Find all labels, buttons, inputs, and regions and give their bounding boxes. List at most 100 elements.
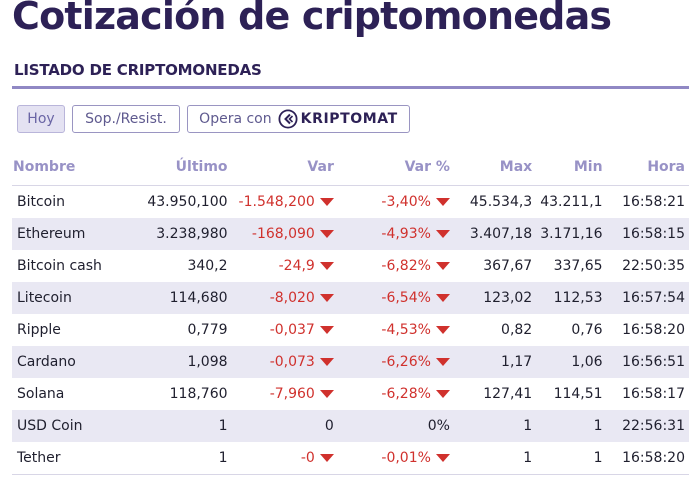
arrow-down-icon <box>319 198 334 206</box>
cell-max-text: 1 <box>523 418 533 434</box>
page-title: Cotización de criptomonedas <box>12 0 612 38</box>
cell-var: -24,9 <box>232 250 338 282</box>
cell-name[interactable]: Ethereum <box>12 218 126 250</box>
table-row[interactable]: Bitcoin cash 340,2 -24,9 -6,82% 367,67 337,65… <box>12 250 689 282</box>
tab-opera-con-kriptomat[interactable]: Opera con KRIPTOMAT <box>187 105 410 133</box>
table-row[interactable]: Tether 1 -0 -0,01% 1 1 16:58:20 <box>12 442 689 475</box>
cell-max-text: 3.407,18 <box>469 226 533 242</box>
cell-max-text: 45.534,3 <box>469 194 533 210</box>
cell-var-pct: -0,01% <box>337 442 454 475</box>
section-divider <box>12 86 689 89</box>
cell-var-pct: -6,28% <box>338 378 454 410</box>
cell-name-text: Bitcoin <box>17 194 66 210</box>
cell-name[interactable]: Ripple <box>12 314 126 346</box>
cell-max: 0,82 <box>454 314 536 346</box>
header-var[interactable]: Var <box>231 148 338 186</box>
header-ultimo[interactable]: Último <box>125 148 232 186</box>
cell-time: 16:57:54 <box>606 282 689 314</box>
cell-time-text: 16:58:17 <box>622 386 685 402</box>
cell-min: 1 <box>536 442 607 475</box>
cell-var-pct-text: -0,01% <box>381 450 431 466</box>
cell-name[interactable]: USD Coin <box>12 410 126 442</box>
cell-min: 112,53 <box>536 282 607 314</box>
cell-name[interactable]: Solana <box>12 378 126 410</box>
cell-time-text: 16:58:21 <box>622 194 685 210</box>
tab-soportes-resistencias[interactable]: Sop./Resist. <box>72 105 180 133</box>
cell-last: 0,779 <box>126 314 232 346</box>
cell-last: 114,680 <box>125 282 232 314</box>
crypto-quotes-table: Nombre Último Var Var % Max Min Hora Bit… <box>12 148 689 475</box>
cell-time: 22:50:35 <box>607 250 689 282</box>
table-row[interactable]: USD Coin 1 0 0% 1 1 22:56:31 <box>12 410 689 442</box>
cell-var-text: -0,037 <box>269 322 315 338</box>
tab-hoy[interactable]: Hoy <box>17 105 65 133</box>
header-hora[interactable]: Hora <box>606 148 689 186</box>
cell-last: 3.238,980 <box>125 218 232 250</box>
cell-name[interactable]: Cardano <box>12 346 126 378</box>
table-row[interactable]: Cardano 1,098 -0,073 -6,26% 1,17 1,06 16:56:51 <box>12 346 689 378</box>
arrow-down-icon <box>435 326 450 334</box>
cell-name-text: Litecoin <box>17 290 72 306</box>
cell-min: 114,51 <box>536 378 606 410</box>
cell-var-text: -168,090 <box>251 226 315 242</box>
header-min[interactable]: Min <box>536 148 607 186</box>
arrow-down-icon <box>435 198 450 206</box>
cell-name-text: Bitcoin cash <box>17 258 102 274</box>
cell-time: 16:58:21 <box>607 186 689 219</box>
cell-time-text: 16:56:51 <box>622 354 685 370</box>
header-var-pct[interactable]: Var % <box>337 148 454 186</box>
cell-min: 0,76 <box>536 314 606 346</box>
cell-time-text: 16:58:15 <box>622 226 685 242</box>
cell-time-text: 22:56:31 <box>622 418 685 434</box>
cell-name-text: Tether <box>17 450 61 466</box>
kriptomat-wordmark: KRIPTOMAT <box>300 111 398 127</box>
arrow-down-icon <box>435 390 450 398</box>
cell-var-pct: -4,53% <box>338 314 454 346</box>
cell-time: 16:58:17 <box>607 378 689 410</box>
cell-var: -0,073 <box>231 346 338 378</box>
cell-var: -0 <box>231 442 338 475</box>
cell-var-pct: -3,40% <box>338 186 454 219</box>
cell-name[interactable]: Tether <box>12 442 126 475</box>
cell-min-text: 0,76 <box>571 322 603 338</box>
cell-min-text: 112,53 <box>553 290 603 306</box>
cell-max-text: 123,02 <box>483 290 533 306</box>
cell-last-text: 1 <box>218 418 228 434</box>
tab-opera-con-label: Opera con <box>199 111 272 127</box>
cell-max-text: 367,67 <box>483 258 533 274</box>
table-row[interactable]: Ripple 0,779 -0,037 -4,53% 0,82 0,76 16:58:20 <box>12 314 689 346</box>
arrow-down-icon <box>435 294 450 302</box>
table-row[interactable]: Bitcoin 43.950,100 -1.548,200 -3,40% 45.534,… <box>12 186 689 219</box>
header-max[interactable]: Max <box>453 148 537 186</box>
cell-last: 118,760 <box>126 378 232 410</box>
cell-min: 43.211,1 <box>536 186 606 219</box>
table-row[interactable]: Solana 118,760 -7,960 -6,28% 127,41 114,51 16:… <box>12 378 689 410</box>
cell-var-text: -1.548,200 <box>238 194 315 210</box>
table-row[interactable]: Ethereum 3.238,980 -168,090 -4,93% 3.407,18 3… <box>12 218 689 250</box>
cell-last: 43.950,100 <box>126 186 232 219</box>
cell-name[interactable]: Bitcoin cash <box>12 250 126 282</box>
cell-name[interactable]: Bitcoin <box>12 186 126 219</box>
cell-min-text: 1,06 <box>571 354 603 370</box>
cell-max-text: 127,41 <box>483 386 533 402</box>
cell-var-pct-text: -4,53% <box>381 322 431 338</box>
arrow-down-icon <box>435 454 450 462</box>
arrow-down-icon <box>435 358 450 366</box>
cell-time: 16:58:20 <box>607 314 689 346</box>
arrow-down-icon <box>435 230 450 238</box>
header-nombre[interactable]: Nombre <box>12 148 126 186</box>
table-row[interactable]: Litecoin 114,680 -8,020 -6,54% 123,02 112,53 1… <box>12 282 689 314</box>
cell-name[interactable]: Litecoin <box>12 282 126 314</box>
cell-name-text: Solana <box>17 386 65 402</box>
cell-var-pct: 0% <box>337 410 454 442</box>
arrow-down-icon <box>319 390 334 398</box>
arrow-down-icon <box>435 262 450 270</box>
cell-time-text: 16:58:20 <box>622 450 685 466</box>
cell-min-text: 1 <box>593 450 603 466</box>
cell-max: 1,17 <box>453 346 537 378</box>
cell-last-text: 1 <box>218 450 228 466</box>
cell-min: 1,06 <box>536 346 607 378</box>
cell-var-text: -8,020 <box>269 290 315 306</box>
cell-min: 1 <box>536 410 607 442</box>
kriptomat-icon <box>278 109 298 129</box>
